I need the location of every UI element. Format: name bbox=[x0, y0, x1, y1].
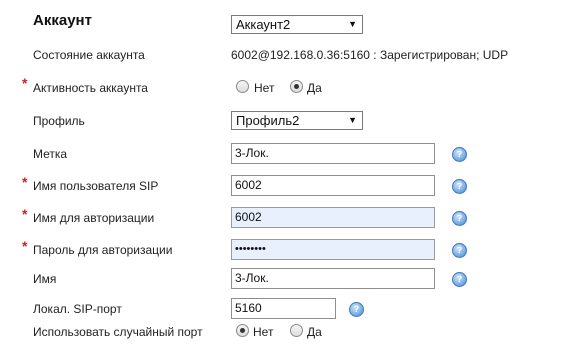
section-title: Аккаунт bbox=[33, 12, 92, 29]
status-label: Состояние аккаунта bbox=[33, 48, 145, 62]
help-icon[interactable]: ? bbox=[349, 302, 364, 317]
help-icon[interactable]: ? bbox=[452, 179, 467, 194]
required-mark: * bbox=[22, 174, 28, 190]
account-select-value: Аккаунт2 bbox=[236, 17, 291, 32]
profile-label: Профиль bbox=[33, 114, 85, 128]
help-icon[interactable]: ? bbox=[452, 243, 467, 258]
local-port-label: Локал. SIP-порт bbox=[33, 302, 122, 316]
auth-name-label: Имя для авторизации bbox=[33, 211, 155, 225]
name-label: Имя bbox=[33, 272, 57, 286]
auth-password-label: Пароль для авторизации bbox=[33, 243, 173, 257]
status-value: 6002@192.168.0.36:5160 : Зарегистрирован… bbox=[231, 48, 509, 62]
active-radio-no-label: Нет bbox=[254, 81, 275, 95]
help-icon[interactable]: ? bbox=[452, 211, 467, 226]
active-radio-yes[interactable] bbox=[290, 80, 303, 93]
tag-label: Метка bbox=[33, 147, 68, 161]
auth-name-input[interactable]: 6002 bbox=[231, 207, 435, 228]
profile-select[interactable]: Профиль2 ▼ bbox=[231, 111, 363, 130]
random-port-radio-no-label: Нет bbox=[253, 325, 274, 339]
sip-user-input[interactable]: 6002 bbox=[231, 175, 435, 196]
chevron-down-icon: ▼ bbox=[348, 115, 357, 125]
name-input[interactable]: 3-Лок. bbox=[231, 268, 435, 289]
random-port-radio-no[interactable] bbox=[236, 324, 249, 337]
active-radio-yes-label: Да bbox=[307, 81, 322, 95]
account-select[interactable]: Аккаунт2 ▼ bbox=[231, 15, 363, 34]
tag-input[interactable]: 3-Лок. bbox=[231, 143, 435, 164]
random-port-label: Использовать случайный порт bbox=[33, 325, 203, 339]
auth-password-input[interactable]: •••••••• bbox=[231, 239, 435, 260]
required-mark: * bbox=[22, 238, 28, 254]
active-label: Активность аккаунта bbox=[33, 81, 148, 95]
help-icon[interactable]: ? bbox=[452, 272, 467, 287]
required-mark: * bbox=[22, 206, 28, 222]
chevron-down-icon: ▼ bbox=[348, 19, 357, 29]
random-port-radio-yes[interactable] bbox=[290, 324, 303, 337]
random-port-radio-yes-label: Да bbox=[307, 325, 322, 339]
help-icon[interactable]: ? bbox=[452, 147, 467, 162]
active-radio-no[interactable] bbox=[236, 80, 249, 93]
sip-user-label: Имя пользователя SIP bbox=[33, 179, 159, 193]
profile-select-value: Профиль2 bbox=[236, 113, 300, 128]
local-port-input[interactable]: 5160 bbox=[231, 298, 336, 319]
required-mark: * bbox=[22, 75, 28, 91]
